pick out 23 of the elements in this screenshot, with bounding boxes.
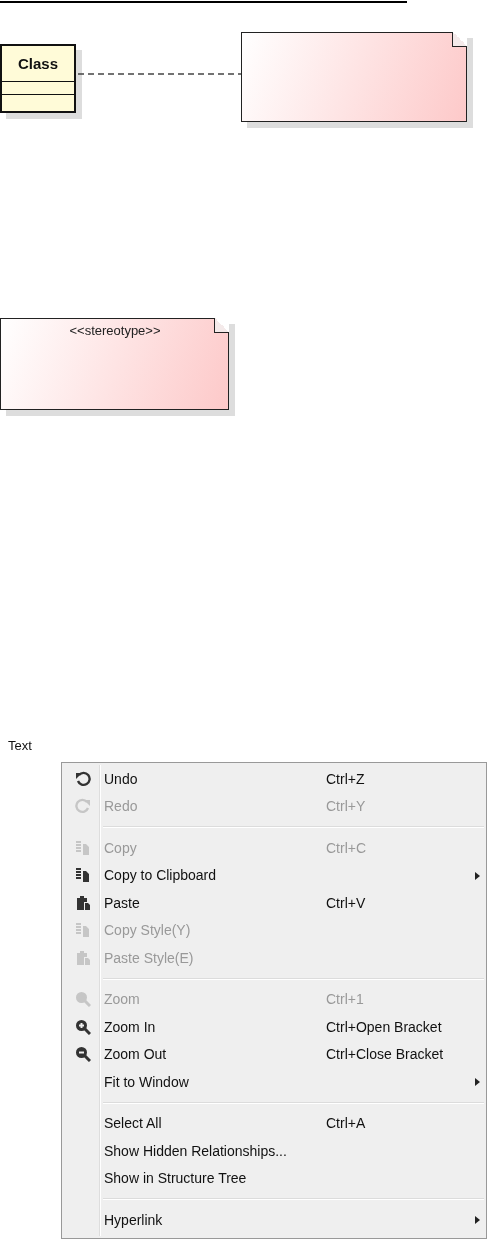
copy-icon bbox=[75, 922, 91, 939]
menu-item[interactable]: Copy to Clipboard bbox=[62, 861, 486, 889]
zoom-in-icon bbox=[75, 1018, 91, 1035]
menu-item[interactable]: Show Hidden Relationships... bbox=[62, 1137, 486, 1165]
class-name: Class bbox=[2, 46, 74, 82]
copy-icon bbox=[75, 839, 91, 856]
zoom-out-icon bbox=[75, 1046, 91, 1063]
clipboard-icon bbox=[75, 894, 91, 911]
menu-item[interactable]: Fit to Window bbox=[62, 1068, 486, 1096]
undo-icon bbox=[75, 770, 91, 787]
menu-item[interactable]: Undo Ctrl+Z bbox=[62, 765, 486, 793]
note-text: <<stereotype>> bbox=[68, 323, 162, 338]
menu-item[interactable]: Paste Ctrl+V bbox=[62, 889, 486, 917]
menu-item[interactable]: Zoom Out Ctrl+Close Bracket bbox=[62, 1040, 486, 1068]
menu-item[interactable]: Select All Ctrl+A bbox=[62, 1109, 486, 1137]
copy-icon bbox=[75, 867, 91, 884]
text-label: Text bbox=[8, 738, 33, 753]
clipboard-icon bbox=[75, 949, 91, 966]
redo-icon bbox=[75, 798, 91, 815]
menu-item[interactable]: Zoom In Ctrl+Open Bracket bbox=[62, 1013, 486, 1041]
menu-item[interactable]: Show in Structure Tree bbox=[62, 1164, 486, 1192]
magnifier-icon bbox=[75, 991, 91, 1008]
menu-item[interactable]: Hyperlink bbox=[62, 1206, 486, 1234]
